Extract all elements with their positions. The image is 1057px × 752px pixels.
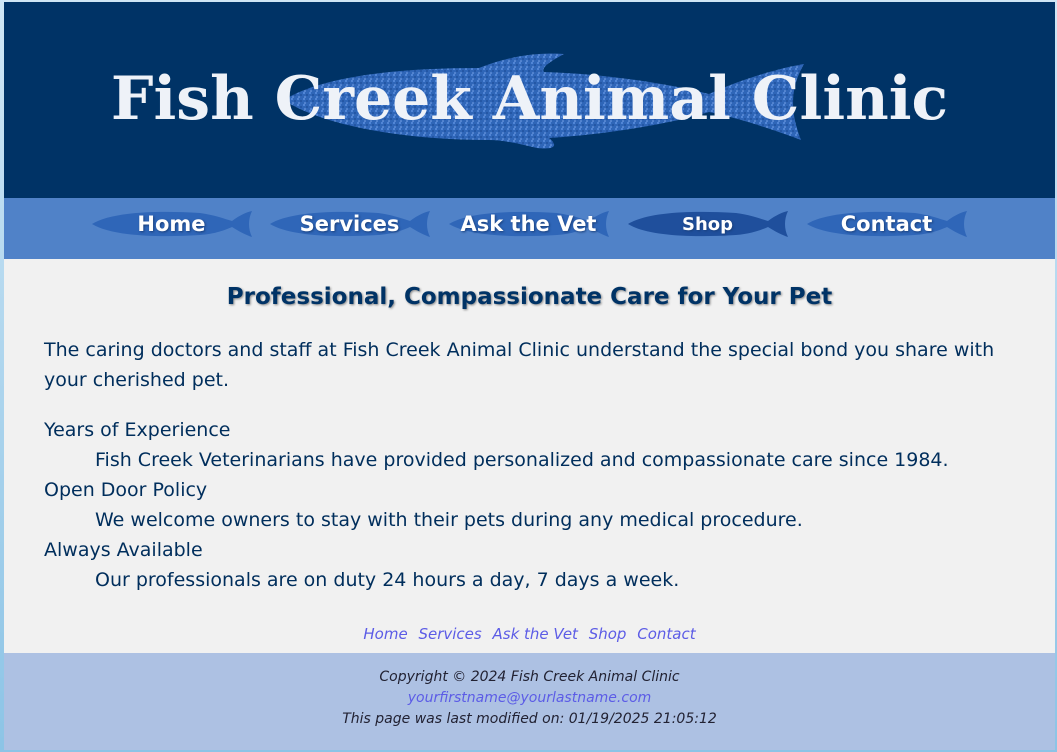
site-header: Fish Creek Animal Clinic [4,2,1055,198]
page-heading: Professional, Compassionate Care for You… [226,284,833,310]
nav-home-label: Home [137,212,206,236]
nav-ask-the-vet-button[interactable]: Ask the Vet [447,207,610,241]
intro-paragraph: The caring doctors and staff at Fish Cre… [44,339,995,391]
site-footer: Copyright © 2024 Fish Creek Animal Clini… [4,653,1055,750]
feature-term: Open Door Policy [44,479,208,501]
nav-ask-the-vet-label: Ask the Vet [460,212,597,236]
text-nav-ask-the-vet-link[interactable]: Ask the Vet [493,625,578,643]
last-modified-text: This page was last modified on: 01/19/20… [342,711,717,727]
text-nav-contact-link[interactable]: Contact [637,625,695,643]
nav-shop-label: Shop [681,214,734,235]
text-nav-shop-link[interactable]: Shop [589,625,627,643]
feature-description: Fish Creek Veterinarians have provided p… [95,449,949,471]
text-nav-services-link[interactable]: Services [418,625,481,643]
page-wrapper: Fish Creek Animal Clinic Home Services A… [4,2,1055,750]
nav-home-button[interactable]: Home [90,207,253,241]
feature-list: Years of Experience Fish Creek Veterinar… [44,415,1015,595]
main-nav: Home Services Ask the Vet Shop Contact [4,198,1055,259]
nav-services-label: Services [299,212,400,236]
email-link[interactable]: yourfirstname@yourlastname.com [408,690,652,706]
feature-description: We welcome owners to stay with their pet… [95,509,803,531]
main-content: Professional, Compassionate Care for You… [4,259,1055,643]
site-title: Fish Creek Animal Clinic [110,64,949,134]
feature-term: Always Available [44,539,203,561]
nav-contact-label: Contact [840,212,933,236]
nav-shop-button[interactable]: Shop [626,207,789,241]
text-nav-home-link[interactable]: Home [363,625,407,643]
nav-contact-button[interactable]: Contact [805,207,968,241]
copyright-text: Copyright © 2024 Fish Creek Animal Clini… [379,669,680,685]
feature-description: Our professionals are on duty 24 hours a… [95,569,680,591]
feature-term: Years of Experience [44,419,231,441]
nav-services-button[interactable]: Services [268,207,431,241]
text-nav: Home Services Ask the Vet Shop Contact [44,625,1015,643]
